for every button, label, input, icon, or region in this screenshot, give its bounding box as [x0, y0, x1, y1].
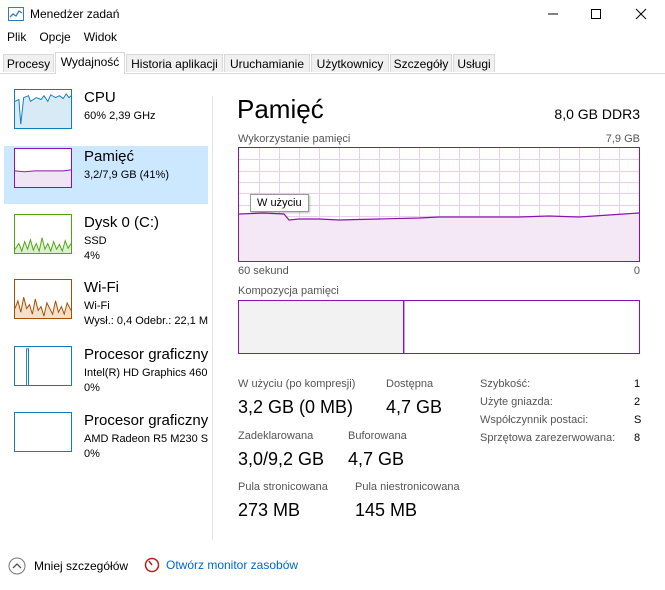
- resource-monitor-icon: [144, 557, 160, 573]
- sidebar-item-throughput: Wysł.: 0,4 Odebr.: 22,1 M: [84, 315, 209, 327]
- graph-tooltip: W użyciu: [250, 194, 309, 212]
- composition-modified: [404, 301, 405, 353]
- disk-thumbnail: [14, 214, 72, 254]
- cpu-thumbnail: [14, 89, 72, 129]
- close-icon: [635, 8, 646, 20]
- sidebar-item-title: Procesor graficzny: [84, 346, 209, 363]
- usage-graph-max: 7,9 GB: [605, 133, 640, 145]
- window-title: Menedżer zadań: [30, 7, 120, 21]
- hardware-reserved-value: 8: [634, 432, 641, 444]
- sidebar-item-detail: SSD: [84, 235, 107, 247]
- memory-composition-bar: [238, 300, 640, 354]
- chevron-up-icon: [8, 557, 26, 575]
- menu-view[interactable]: Widok: [84, 30, 117, 44]
- cached-value: 4,7 GB: [348, 449, 405, 469]
- memory-type: 8,0 GB DDR3: [554, 106, 640, 122]
- sidebar-item-disk[interactable]: Dysk 0 (C:) SSD 4%: [4, 212, 208, 270]
- sidebar-item-title: CPU: [84, 89, 116, 106]
- sidebar-item-detail: 3,2/7,9 GB (41%): [84, 169, 169, 181]
- hardware-reserved-label: Sprzętowa zarezerwowana:: [480, 432, 616, 444]
- maximize-button[interactable]: [573, 0, 618, 28]
- minimize-button[interactable]: [530, 0, 575, 28]
- gpu-thumbnail: [14, 412, 72, 452]
- committed-label: Zadeklarowana: [238, 430, 314, 442]
- sidebar-item-detail: 60% 2,39 GHz: [84, 110, 156, 122]
- usage-area: [239, 213, 639, 261]
- sidebar-item-wifi[interactable]: Wi-Fi Wi-Fi Wysł.: 0,4 Odebr.: 22,1 M: [4, 277, 208, 335]
- committed-value: 3,0/9,2 GB: [238, 449, 325, 469]
- sidebar-item-title: Dysk 0 (C:): [84, 214, 159, 231]
- sidebar-item-memory[interactable]: Pamięć 3,2/7,9 GB (41%): [4, 146, 208, 204]
- sidebar-item-gpu-1[interactable]: Procesor graficzny AMD Radeon R5 M230 S …: [4, 410, 208, 468]
- in-use-label: W użyciu (po kompresji): [238, 378, 356, 390]
- available-value: 4,7 GB: [386, 397, 443, 417]
- menu-file[interactable]: Plik: [7, 30, 26, 44]
- minimize-icon: [547, 13, 558, 15]
- sidebar-item-title: Wi-Fi: [84, 279, 119, 296]
- task-manager-icon: [8, 7, 24, 21]
- footer-bar: Mniej szczegółów Otwórz monitor zasobów: [0, 549, 665, 585]
- slots-value: 2: [634, 396, 641, 408]
- tab-performance[interactable]: Wydajność: [55, 52, 125, 74]
- sidebar-item-usage: 4%: [84, 250, 100, 262]
- menu-options[interactable]: Opcje: [39, 30, 70, 44]
- paged-pool-value: 273 MB: [238, 500, 301, 520]
- speed-value: 1: [634, 378, 641, 390]
- tab-services[interactable]: Usługi: [453, 54, 495, 72]
- tab-strip: Procesy Wydajność Historia aplikacji Uru…: [0, 52, 665, 74]
- tab-users[interactable]: Użytkownicy: [311, 54, 389, 72]
- form-factor-label: Współczynnik postaci:: [480, 414, 589, 426]
- tab-startup[interactable]: Uruchamianie: [224, 54, 310, 72]
- sidebar-item-title: Procesor graficzny: [84, 412, 209, 429]
- close-button[interactable]: [618, 0, 663, 28]
- composition-in-use: [239, 301, 404, 353]
- available-label: Dostępna: [386, 378, 434, 390]
- paged-pool-label: Pula stronicowana: [238, 481, 328, 493]
- fewer-details-label: Mniej szczegółów: [34, 559, 129, 573]
- sidebar-item-usage: 0%: [84, 448, 100, 460]
- slots-label: Użyte gniazda:: [480, 396, 553, 408]
- axis-left-label: 60 sekund: [238, 265, 289, 277]
- form-factor-value: S: [634, 414, 642, 426]
- tab-processes[interactable]: Procesy: [3, 54, 54, 72]
- sidebar-item-detail: Intel(R) HD Graphics 460: [84, 367, 208, 379]
- menu-bar: Plik Opcje Widok: [0, 30, 123, 48]
- tab-app-history[interactable]: Historia aplikacji: [126, 54, 223, 72]
- tab-details[interactable]: Szczegóły: [390, 54, 452, 72]
- nonpaged-pool-value: 145 MB: [355, 500, 418, 520]
- wifi-thumbnail: [14, 279, 72, 319]
- sidebar-item-usage: 0%: [84, 382, 100, 394]
- sidebar-item-gpu-0[interactable]: Procesor graficzny Intel(R) HD Graphics …: [4, 344, 208, 402]
- sidebar-item-cpu[interactable]: CPU 60% 2,39 GHz: [4, 87, 208, 145]
- resource-list: CPU 60% 2,39 GHz Pamięć 3,2/7,9 GB (41%)…: [0, 74, 213, 540]
- fewer-details-button[interactable]: Mniej szczegółów: [8, 557, 128, 575]
- resource-monitor-link[interactable]: Otwórz monitor zasobów: [144, 557, 298, 573]
- sidebar-item-detail: Wi-Fi: [84, 300, 110, 312]
- axis-right-label: 0: [633, 265, 640, 277]
- sidebar-item-title: Pamięć: [84, 148, 135, 165]
- in-use-value: 3,2 GB (0 MB): [238, 397, 354, 417]
- page-title: Pamięć: [237, 94, 324, 124]
- cached-label: Buforowana: [348, 430, 407, 442]
- resource-monitor-label: Otwórz monitor zasobów: [166, 558, 299, 572]
- title-bar: Menedżer zadań: [0, 0, 665, 28]
- usage-graph-label: Wykorzystanie pamięci: [238, 133, 351, 145]
- gpu-thumbnail: [14, 346, 72, 386]
- nonpaged-pool-label: Pula niestronicowana: [355, 481, 460, 493]
- composition-label: Kompozycja pamięci: [238, 285, 339, 297]
- speed-label: Szybkość:: [480, 378, 531, 390]
- sidebar-item-detail: AMD Radeon R5 M230 S: [84, 433, 209, 445]
- maximize-icon: [590, 9, 601, 19]
- panel-divider: [212, 96, 213, 540]
- memory-thumbnail: [14, 148, 72, 188]
